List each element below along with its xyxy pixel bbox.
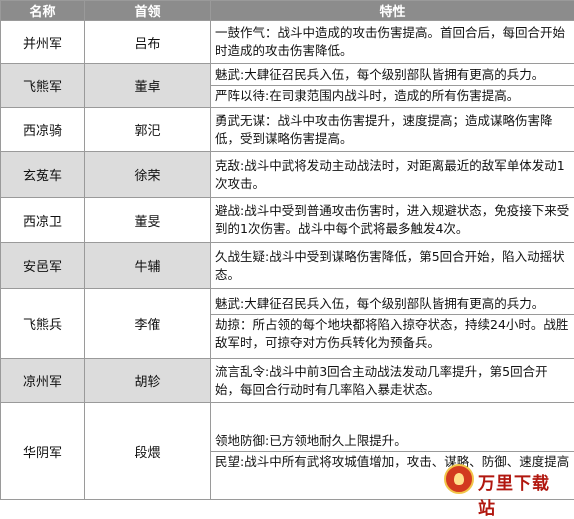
trait-text: 久战生疑:战斗中受到谋略伤害降低，第5回合开始，陷入动摇状态。	[211, 247, 574, 285]
faction-leader: 段煨	[85, 403, 211, 500]
faction-traits: 魅武:大肆征召民兵入伍，每个级别部队皆拥有更高的兵力。 严阵以待:在司隶范围内战…	[211, 64, 574, 108]
table-row: 安邑军 牛辅 久战生疑:战斗中受到谋略伤害降低，第5回合开始，陷入动摇状态。	[1, 243, 574, 289]
header-trait: 特性	[211, 1, 574, 21]
faction-leader: 吕布	[85, 21, 211, 64]
faction-table: 名称 首领 特性 并州军 吕布 一鼓作气：战斗中造成的攻击伤害提高。首回合后，每…	[0, 0, 574, 500]
trait-text: 流言乱令:战斗中前3回合主动战法发动几率提升，第5回合开始，每回合行动时有几率陷…	[211, 362, 574, 400]
table-row: 凉州军 胡轸 流言乱令:战斗中前3回合主动战法发动几率提升，第5回合开始，每回合…	[1, 359, 574, 403]
trait-text: 严阵以待:在司隶范围内战斗时，造成的所有伤害提高。	[211, 85, 574, 106]
faction-name: 西凉卫	[1, 198, 85, 243]
trait-text: 一鼓作气：战斗中造成的攻击伤害提高。首回合后，每回合开始时造成的攻击伤害降低。	[211, 23, 574, 61]
header-name: 名称	[1, 1, 85, 21]
trait-text: 魅武:大肆征召民兵入伍，每个级别部队皆拥有更高的兵力。	[211, 294, 574, 314]
trait-text: 避战:战斗中受到普通攻击伤害时，进入规避状态，免疫接下来受到的1次伤害。战斗中每…	[211, 201, 574, 239]
faction-name: 安邑军	[1, 243, 85, 289]
table-row: 并州军 吕布 一鼓作气：战斗中造成的攻击伤害提高。首回合后，每回合开始时造成的攻…	[1, 21, 574, 64]
faction-leader: 牛辅	[85, 243, 211, 289]
table-row: 西凉骑 郭汜 勇武无谋：战斗中攻击伤害提升，速度提高；造成谋略伤害降低，受到谋略…	[1, 108, 574, 152]
faction-leader: 胡轸	[85, 359, 211, 403]
table-row: 飞熊军 董卓 魅武:大肆征召民兵入伍，每个级别部队皆拥有更高的兵力。 严阵以待:…	[1, 64, 574, 108]
faction-traits: 克敌:战斗中武将发动主动战法时，对距离最近的敌军单体发动1次攻击。	[211, 152, 574, 198]
table-row: 飞熊兵 李傕 魅武:大肆征召民兵入伍，每个级别部队皆拥有更高的兵力。 劫掠：所占…	[1, 289, 574, 359]
faction-name: 华阴军	[1, 403, 85, 500]
site-watermark: 万里下载站	[444, 462, 564, 496]
table-row: 西凉卫 董旻 避战:战斗中受到普通攻击伤害时，进入规避状态，免疫接下来受到的1次…	[1, 198, 574, 243]
trait-text: 克敌:战斗中武将发动主动战法时，对距离最近的敌军单体发动1次攻击。	[211, 156, 574, 194]
trait-text: 劫掠：所占领的每个地块都将陷入掠夺状态，持续24小时。战胜敌军时，可掠夺对方伤兵…	[211, 314, 574, 353]
trait-text: 魅武:大肆征召民兵入伍，每个级别部队皆拥有更高的兵力。	[211, 65, 574, 85]
faction-leader: 徐荣	[85, 152, 211, 198]
faction-leader: 郭汜	[85, 108, 211, 152]
faction-name: 飞熊兵	[1, 289, 85, 359]
trait-text: 勇武无谋：战斗中攻击伤害提升，速度提高；造成谋略伤害降低，受到谋略伤害提高。	[211, 111, 574, 149]
faction-traits: 流言乱令:战斗中前3回合主动战法发动几率提升，第5回合开始，每回合行动时有几率陷…	[211, 359, 574, 403]
faction-name: 玄菟车	[1, 152, 85, 198]
faction-leader: 董卓	[85, 64, 211, 108]
faction-traits: 避战:战斗中受到普通攻击伤害时，进入规避状态，免疫接下来受到的1次伤害。战斗中每…	[211, 198, 574, 243]
faction-leader: 董旻	[85, 198, 211, 243]
faction-name: 凉州军	[1, 359, 85, 403]
faction-traits: 魅武:大肆征召民兵入伍，每个级别部队皆拥有更高的兵力。 劫掠：所占领的每个地块都…	[211, 289, 574, 359]
watermark-text: 万里下载站	[478, 469, 564, 519]
faction-traits: 勇武无谋：战斗中攻击伤害提升，速度提高；造成谋略伤害降低，受到谋略伤害提高。	[211, 108, 574, 152]
faction-traits: 久战生疑:战斗中受到谋略伤害降低，第5回合开始，陷入动摇状态。	[211, 243, 574, 289]
faction-leader: 李傕	[85, 289, 211, 359]
faction-traits: 一鼓作气：战斗中造成的攻击伤害提高。首回合后，每回合开始时造成的攻击伤害降低。	[211, 21, 574, 64]
watermark-logo-icon	[444, 464, 474, 494]
faction-name: 并州军	[1, 21, 85, 64]
faction-name: 飞熊军	[1, 64, 85, 108]
table-row: 玄菟车 徐荣 克敌:战斗中武将发动主动战法时，对距离最近的敌军单体发动1次攻击。	[1, 152, 574, 198]
faction-name: 西凉骑	[1, 108, 85, 152]
header-leader: 首领	[85, 1, 211, 21]
trait-text: 领地防御:已方领地耐久上限提升。	[211, 431, 574, 451]
